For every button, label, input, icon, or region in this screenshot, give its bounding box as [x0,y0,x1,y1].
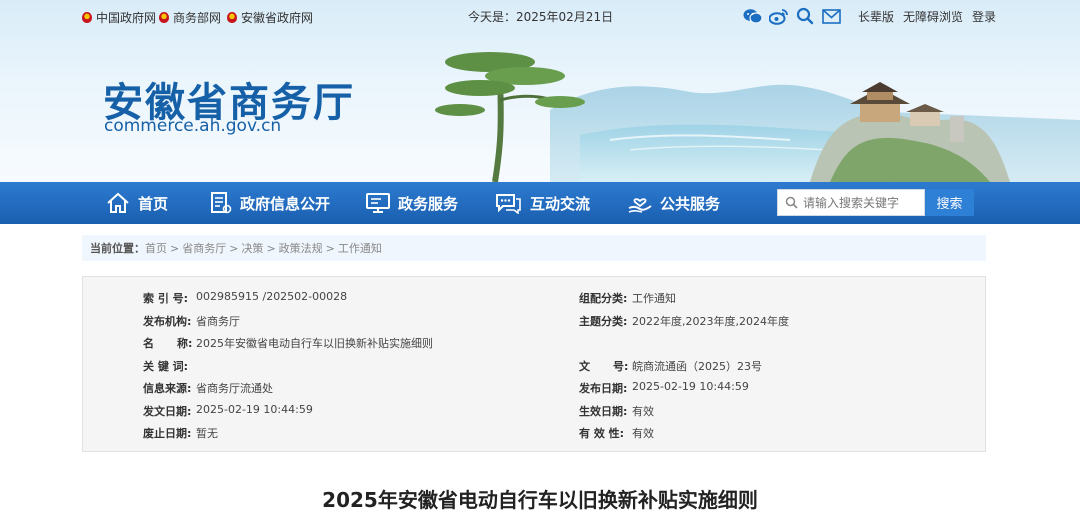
meta-key: 发布机构: [143,315,192,328]
meta-value: 2022年度,2023年度,2024年度 [632,315,789,328]
meta-key: 索 引 号: [143,292,189,305]
meta-value: 有效 [632,427,654,440]
nav-gov-info[interactable]: 政府信息公开 [210,182,330,224]
meta-value: 2025-02-19 10:44:59 [196,403,313,416]
link-ah-gov-label: 安徽省政府网 [241,11,314,25]
national-emblem-icon [82,12,92,23]
elder-version-link[interactable]: 长辈版 [858,8,894,25]
breadcrumb-item-policy[interactable]: 政策法规 [279,240,323,256]
meta-index-number: 索 引 号: 002985915 /202502-00028 [143,290,347,306]
meta-key: 信息来源: [143,382,192,395]
top-right-links: 长辈版 无障碍浏览 登录 [858,8,1005,25]
search-input[interactable] [803,195,921,210]
meta-effective-date: 生效日期: 有效 [579,403,654,419]
link-mofcom-label: 商务部网 [173,11,222,25]
breadcrumb-item-home[interactable]: 首页 [145,240,167,256]
site-logo-domain: commerce.ah.gov.cn [104,116,282,136]
breadcrumb-item-decision[interactable]: 决策 [241,240,263,256]
meta-category: 组配分类: 工作通知 [579,290,676,306]
meta-key: 废止日期: [143,427,192,440]
breadcrumb-separator: > [266,241,276,255]
nav-home-label: 首页 [138,194,169,213]
breadcrumb-separator: > [170,241,180,255]
meta-value: 暂无 [196,427,218,440]
meta-topic: 主题分类: 2022年度,2023年度,2024年度 [579,313,789,329]
meta-validity: 有 效 性: 有效 [579,425,654,441]
meta-key: 组配分类: [579,292,628,305]
meta-value: 2025年安徽省电动自行车以旧换新补贴实施细则 [196,337,433,350]
link-ah-gov[interactable]: 安徽省政府网 [227,9,313,26]
login-link[interactable]: 登录 [972,8,996,25]
nav-home[interactable]: 首页 [106,182,168,224]
document-metadata-table: 索 引 号: 002985915 /202502-00028 发布机构: 省商务… [82,276,986,452]
nav-public-service[interactable]: 公共服务 [628,182,720,224]
weibo-icon[interactable] [768,6,790,26]
meta-key: 文 号: [579,360,629,373]
nav-interaction-label: 互动交流 [530,194,591,213]
home-icon [107,192,129,213]
meta-expiry-date: 废止日期: 暂无 [143,425,218,441]
meta-publish-date: 发布日期: 2025-02-19 10:44:59 [579,380,749,396]
chat-icon [496,194,521,214]
nav-gov-service-label: 政务服务 [398,194,459,213]
meta-key: 发文日期: [143,405,192,418]
meta-source: 信息来源: 省商务厅流通处 [143,380,273,396]
search-icon[interactable] [794,6,816,26]
meta-publisher: 发布机构: 省商务厅 [143,313,240,329]
meta-value: 皖商流通函（2025）23号 [632,360,762,373]
meta-keywords: 关 键 词: [143,358,196,374]
top-bar: 中国政府网 商务部网 安徽省政府网 今天是：2025年02月21日 长辈版 无障… [0,0,1080,32]
meta-key: 有 效 性: [579,427,625,440]
search-button[interactable]: 搜索 [925,189,974,216]
breadcrumb-label: 当前位置： [90,242,145,255]
meta-key: 生效日期: [579,405,628,418]
document-icon [211,192,232,214]
link-gov-cn-label: 中国政府网 [96,11,157,25]
meta-issue-date: 发文日期: 2025-02-19 10:44:59 [143,403,313,419]
national-emblem-icon [227,12,237,23]
meta-value: 工作通知 [632,292,676,305]
nav-gov-service[interactable]: 政务服务 [366,182,458,224]
breadcrumb-item-notice[interactable]: 工作通知 [338,240,382,256]
breadcrumb-separator: > [229,241,239,255]
nav-public-service-label: 公共服务 [660,194,721,213]
link-gov-cn[interactable]: 中国政府网 [82,9,156,26]
meta-name: 名 称: 2025年安徽省电动自行车以旧换新补贴实施细则 [143,335,433,351]
meta-value: 有效 [632,405,654,418]
meta-key: 主题分类: [579,315,628,328]
site-search-box [777,189,925,216]
meta-key: 发布日期: [579,382,628,395]
meta-key: 名 称: [143,337,193,350]
accessibility-link[interactable]: 无障碍浏览 [903,8,963,25]
mail-icon[interactable] [820,6,842,26]
breadcrumb: 当前位置： 首页 > 省商务厅 > 决策 > 政策法规 > 工作通知 [82,235,986,261]
nav-gov-info-label: 政府信息公开 [240,194,331,213]
header-banner: 中国政府网 商务部网 安徽省政府网 今天是：2025年02月21日 长辈版 无障… [0,0,1080,182]
breadcrumb-item-department[interactable]: 省商务厅 [182,240,226,256]
hand-heart-icon [628,198,652,213]
breadcrumb-separator: > [325,241,335,255]
search-icon [785,196,798,209]
meta-value: 省商务厅 [196,315,240,328]
meta-value: 2025-02-19 10:44:59 [632,380,749,393]
link-mofcom[interactable]: 商务部网 [159,9,221,26]
landscape-illustration [435,52,1080,182]
national-emblem-icon [159,12,169,23]
meta-doc-number: 文 号: 皖商流通函（2025）23号 [579,358,762,374]
nav-interaction[interactable]: 互动交流 [494,182,590,224]
meta-value: 002985915 /202502-00028 [196,290,348,303]
social-icons [742,6,846,26]
meta-key: 关 键 词: [143,360,189,373]
document-title: 2025年安徽省电动自行车以旧换新补贴实施细则 [322,488,758,512]
today-date: 今天是：2025年02月21日 [468,10,614,24]
wechat-icon[interactable] [742,6,764,26]
monitor-icon [366,193,390,213]
meta-value: 省商务厅流通处 [196,382,273,395]
